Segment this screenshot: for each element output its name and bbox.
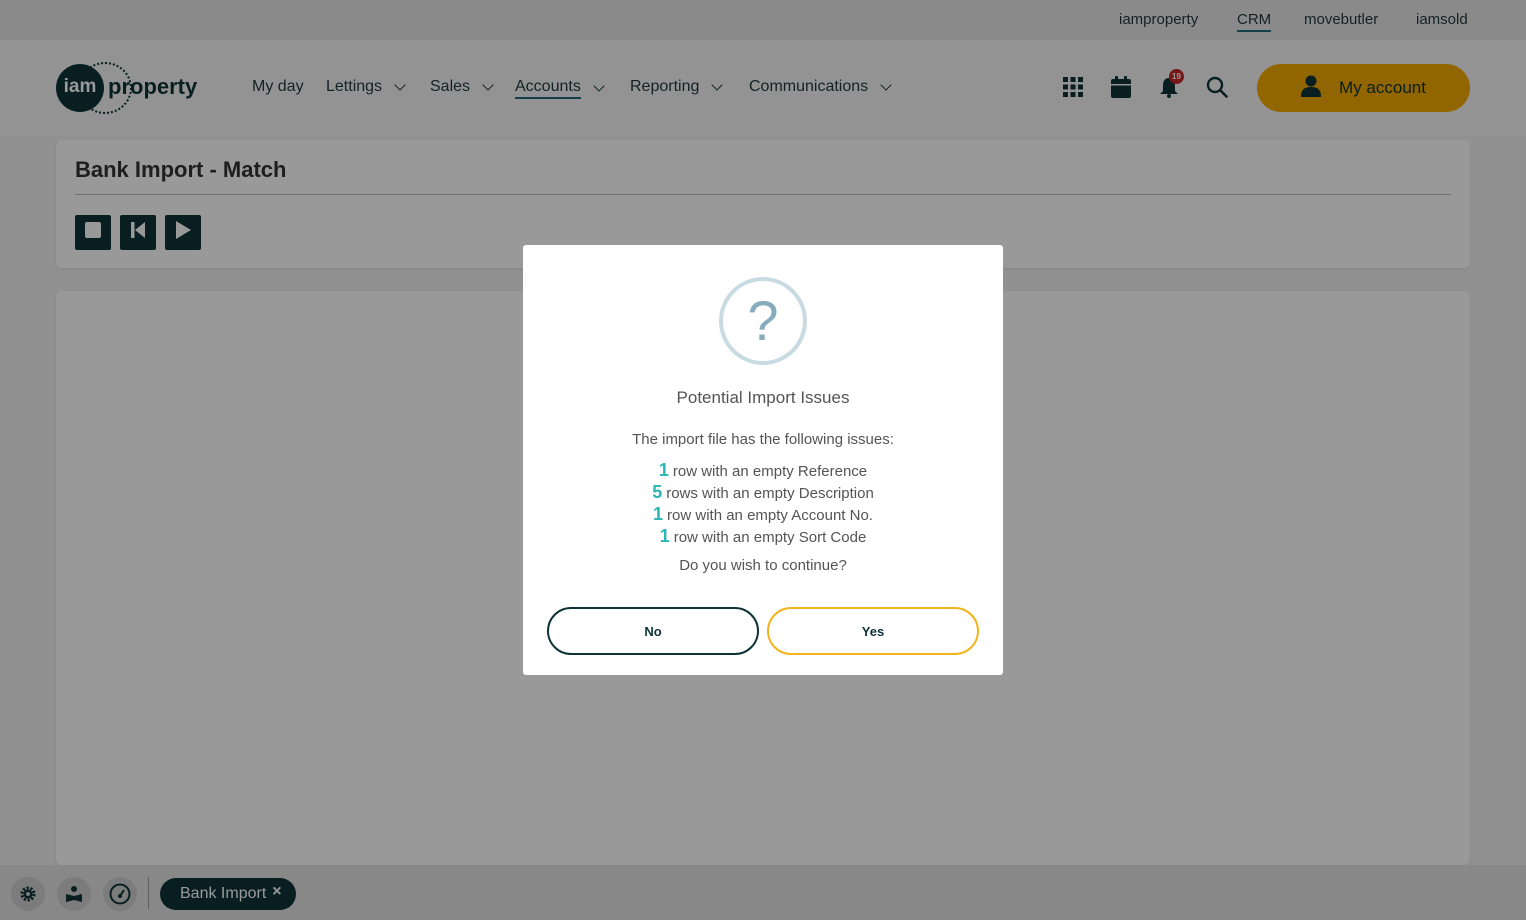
issues-list: 1 row with an empty Reference 5 rows with … <box>523 459 1003 547</box>
dialog-question: Do you wish to continue? <box>679 557 847 574</box>
dialog-title: Potential Import Issues <box>676 388 850 407</box>
issue-item: 5 rows with an empty Description <box>523 481 1003 503</box>
question-icon: ? <box>719 277 807 365</box>
confirm-dialog: ? Potential Import Issues The import fil… <box>523 245 1003 675</box>
issue-text: row with an empty Account No. <box>667 507 873 524</box>
issue-count: 5 <box>652 482 663 502</box>
issue-item: 1 row with an empty Reference <box>523 459 1003 481</box>
issue-item: 1 row with an empty Account No. <box>523 503 1003 525</box>
issue-count: 1 <box>653 504 664 524</box>
issue-text: row with an empty Reference <box>672 463 868 480</box>
issue-text: rows with an empty Description <box>666 485 874 502</box>
issue-item: 1 row with an empty Sort Code <box>523 525 1003 547</box>
issue-count: 1 <box>659 526 670 546</box>
issue-text: row with an empty Sort Code <box>673 529 867 546</box>
issue-count: 1 <box>658 460 669 480</box>
dialog-intro: The import file has the following issues… <box>632 431 894 448</box>
no-button[interactable]: No <box>547 607 759 655</box>
yes-button[interactable]: Yes <box>767 607 979 655</box>
